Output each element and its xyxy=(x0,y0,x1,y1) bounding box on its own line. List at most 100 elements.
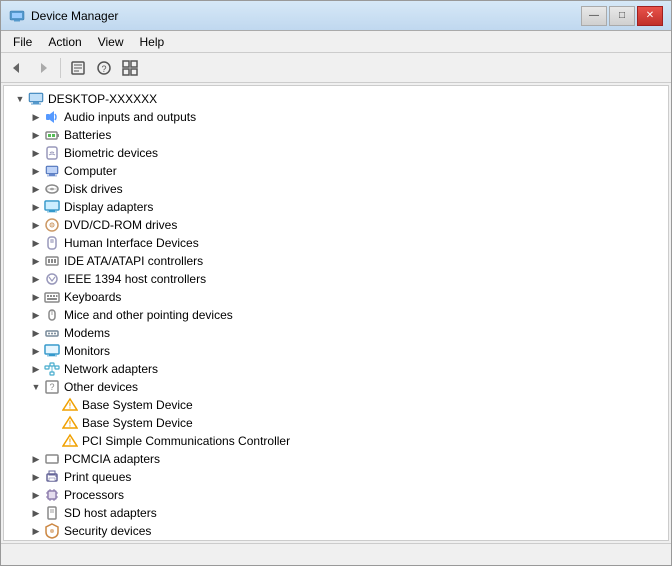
tree-item-computer[interactable]: ▶ Computer xyxy=(4,162,668,180)
audio-expand[interactable]: ▶ xyxy=(28,109,44,125)
computer-icon xyxy=(28,91,44,107)
tree-item-disk[interactable]: ▶ Disk drives xyxy=(4,180,668,198)
tree-item-monitors[interactable]: ▶ Monitors xyxy=(4,342,668,360)
keyboards-expand[interactable]: ▶ xyxy=(28,289,44,305)
other-icon: ? xyxy=(44,379,60,395)
display-expand[interactable]: ▶ xyxy=(28,199,44,215)
batteries-expand[interactable]: ▶ xyxy=(28,127,44,143)
svg-text:?: ? xyxy=(49,382,54,392)
tree-item-print[interactable]: ▶ Print queues xyxy=(4,468,668,486)
tree-item-other[interactable]: ▼ ? Other devices xyxy=(4,378,668,396)
proc-label: Processors xyxy=(64,488,124,502)
biometric-icon xyxy=(44,145,60,161)
tree-root[interactable]: ▼ DESKTOP-XXXXXX xyxy=(4,90,668,108)
tree-item-modems[interactable]: ▶ Modems xyxy=(4,324,668,342)
ide-icon xyxy=(44,253,60,269)
security-expand[interactable]: ▶ xyxy=(28,523,44,539)
proc-expand[interactable]: ▶ xyxy=(28,487,44,503)
bsd2-label: Base System Device xyxy=(82,416,193,430)
biometric-expand[interactable]: ▶ xyxy=(28,145,44,161)
monitors-expand[interactable]: ▶ xyxy=(28,343,44,359)
help-icon: ? xyxy=(96,60,112,76)
app-icon xyxy=(9,8,25,24)
forward-icon xyxy=(35,60,51,76)
pci-icon: ! xyxy=(62,433,78,449)
tree-item-proc[interactable]: ▶ Processors xyxy=(4,486,668,504)
other-expand[interactable]: ▼ xyxy=(28,379,44,395)
disk-label: Disk drives xyxy=(64,182,123,196)
bsd1-icon: ! xyxy=(62,397,78,413)
device-tree-container[interactable]: ▼ DESKTOP-XXXXXX ▶ xyxy=(3,85,669,541)
tree-item-dvd[interactable]: ▶ DVD/CD-ROM drives xyxy=(4,216,668,234)
ide-expand[interactable]: ▶ xyxy=(28,253,44,269)
menu-bar: File Action View Help xyxy=(1,31,671,53)
dvd-expand[interactable]: ▶ xyxy=(28,217,44,233)
tree-item-mice[interactable]: ▶ Mice and other pointing devices xyxy=(4,306,668,324)
ieee-expand[interactable]: ▶ xyxy=(28,271,44,287)
network-expand[interactable]: ▶ xyxy=(28,361,44,377)
mice-expand[interactable]: ▶ xyxy=(28,307,44,323)
back-icon xyxy=(9,60,25,76)
tree-item-sdhost[interactable]: ▶ SD host adapters xyxy=(4,504,668,522)
tree-item-bsd2[interactable]: ▶ ! Base System Device xyxy=(4,414,668,432)
maximize-button[interactable]: □ xyxy=(609,6,635,26)
menu-view[interactable]: View xyxy=(90,33,132,51)
proc-icon xyxy=(44,487,60,503)
computer-expand[interactable]: ▶ xyxy=(28,163,44,179)
tree-item-pcmcia[interactable]: ▶ PCMCIA adapters xyxy=(4,450,668,468)
pcmcia-label: PCMCIA adapters xyxy=(64,452,160,466)
tree-item-network[interactable]: ▶ Network adapters xyxy=(4,360,668,378)
menu-action[interactable]: Action xyxy=(40,33,89,51)
tree-item-bsd1[interactable]: ▶ ! Base System Device xyxy=(4,396,668,414)
modems-icon xyxy=(44,325,60,341)
tree-item-biometric[interactable]: ▶ Biometric devices xyxy=(4,144,668,162)
hid-expand[interactable]: ▶ xyxy=(28,235,44,251)
network-icon xyxy=(44,361,60,377)
tree-item-ieee[interactable]: ▶ IEEE 1394 host controllers xyxy=(4,270,668,288)
scan-button[interactable] xyxy=(118,56,142,80)
audio-icon xyxy=(44,109,60,125)
hid-label: Human Interface Devices xyxy=(64,236,199,250)
tree-item-batteries[interactable]: ▶ Batteries xyxy=(4,126,668,144)
disk-expand[interactable]: ▶ xyxy=(28,181,44,197)
computer-label: Computer xyxy=(64,164,117,178)
root-label: DESKTOP-XXXXXX xyxy=(48,92,157,106)
tree-item-security[interactable]: ▶ Security devices xyxy=(4,522,668,540)
menu-help[interactable]: Help xyxy=(132,33,173,51)
back-button[interactable] xyxy=(5,56,29,80)
tree-item-ide[interactable]: ▶ IDE ATA/ATAPI controllers xyxy=(4,252,668,270)
tree-item-pci[interactable]: ▶ ! PCI Simple Communications Controller xyxy=(4,432,668,450)
keyboard-icon xyxy=(44,289,60,305)
pcmcia-expand[interactable]: ▶ xyxy=(28,451,44,467)
mice-icon xyxy=(44,307,60,323)
menu-file[interactable]: File xyxy=(5,33,40,51)
disk-icon xyxy=(44,181,60,197)
close-button[interactable]: ✕ xyxy=(637,6,663,26)
svg-text:?: ? xyxy=(101,64,106,74)
device-tree: ▼ DESKTOP-XXXXXX ▶ xyxy=(4,86,668,541)
display-label: Display adapters xyxy=(64,200,153,214)
tree-item-hid[interactable]: ▶ Human Interface Devices xyxy=(4,234,668,252)
security-icon xyxy=(44,523,60,539)
modems-expand[interactable]: ▶ xyxy=(28,325,44,341)
sdhost-expand[interactable]: ▶ xyxy=(28,505,44,521)
status-bar xyxy=(1,543,671,565)
batteries-icon xyxy=(44,127,60,143)
properties-icon xyxy=(70,60,86,76)
tree-item-keyboards[interactable]: ▶ Keyboards xyxy=(4,288,668,306)
tree-item-display[interactable]: ▶ Display adapters xyxy=(4,198,668,216)
sdhost-icon xyxy=(44,505,60,521)
minimize-button[interactable]: — xyxy=(581,6,607,26)
tree-item-audio[interactable]: ▶ Audio inputs and outputs xyxy=(4,108,668,126)
print-expand[interactable]: ▶ xyxy=(28,469,44,485)
help-button[interactable]: ? xyxy=(92,56,116,80)
tree-item-software[interactable]: ▶ Software devices xyxy=(4,540,668,541)
root-expand[interactable]: ▼ xyxy=(12,91,28,107)
print-icon xyxy=(44,469,60,485)
bsd1-label: Base System Device xyxy=(82,398,193,412)
properties-button[interactable] xyxy=(66,56,90,80)
modems-label: Modems xyxy=(64,326,110,340)
other-label: Other devices xyxy=(64,380,138,394)
audio-label: Audio inputs and outputs xyxy=(64,110,196,124)
forward-button[interactable] xyxy=(31,56,55,80)
